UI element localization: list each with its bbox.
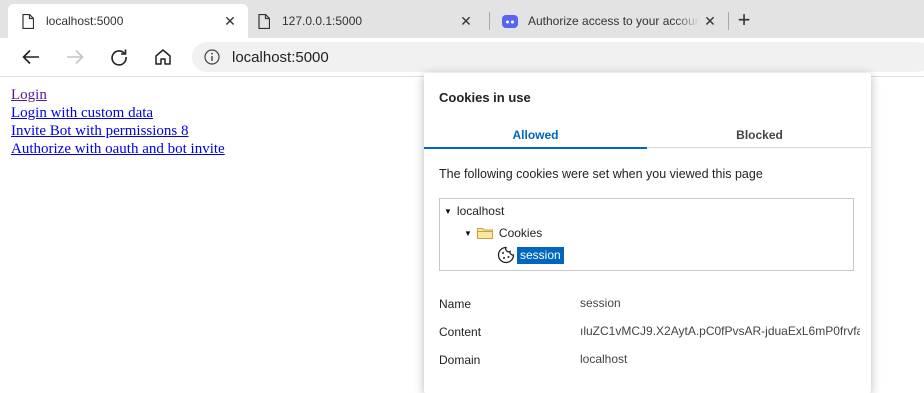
detail-domain-label: Domain bbox=[439, 353, 481, 367]
detail-content-label: Content bbox=[439, 325, 482, 339]
tab-blocked[interactable]: Blocked bbox=[648, 122, 871, 147]
tree-node-cookie[interactable]: session bbox=[497, 246, 564, 264]
refresh-icon bbox=[111, 49, 127, 66]
back-arrow-icon bbox=[22, 49, 39, 65]
tab-allowed[interactable]: Allowed bbox=[424, 122, 647, 149]
tab-authorize-access[interactable]: Authorize access to your account ✕ bbox=[490, 4, 728, 38]
refresh-button[interactable] bbox=[105, 43, 133, 71]
login-custom-data-link[interactable]: Login with custom data bbox=[11, 104, 225, 122]
tree-node-label: Cookies bbox=[498, 226, 543, 240]
authorize-oauth-link[interactable]: Authorize with oauth and bot invite bbox=[11, 140, 225, 158]
new-tab-button[interactable]: + bbox=[732, 7, 756, 32]
close-tab-icon[interactable]: ✕ bbox=[456, 11, 476, 31]
tab-label: Authorize access to your account bbox=[528, 14, 700, 28]
tab-label: localhost:5000 bbox=[46, 14, 124, 28]
close-tab-icon[interactable]: ✕ bbox=[220, 11, 240, 31]
discord-icon bbox=[502, 13, 518, 29]
close-tab-icon[interactable]: ✕ bbox=[700, 11, 720, 31]
tree-node-site[interactable]: ▼ localhost bbox=[444, 202, 504, 220]
folder-icon bbox=[476, 227, 493, 239]
tree-node-folder[interactable]: ▼ Cookies bbox=[464, 224, 542, 242]
tab-localhost-5000[interactable]: localhost:5000 ✕ bbox=[8, 4, 248, 38]
site-info-icon[interactable] bbox=[204, 49, 220, 65]
address-url: localhost:5000 bbox=[232, 48, 329, 66]
link-list: Login Login with custom data Invite Bot … bbox=[11, 86, 225, 158]
browser-toolbar: localhost:5000 bbox=[0, 38, 924, 77]
forward-arrow-icon bbox=[67, 49, 84, 65]
dialog-title: Cookies in use bbox=[439, 90, 531, 105]
detail-content-value: ıluZC1vMCJ9.X2AytA.pC0fPvsAR-jduaExL6mP0… bbox=[580, 324, 860, 338]
page-icon bbox=[20, 13, 36, 29]
home-icon bbox=[155, 49, 171, 65]
cookie-tabs: Allowed Blocked bbox=[424, 122, 871, 149]
cookie-icon bbox=[497, 246, 515, 264]
forward-button[interactable] bbox=[61, 43, 89, 71]
invite-bot-link[interactable]: Invite Bot with permissions 8 bbox=[11, 122, 225, 140]
expand-triangle-icon[interactable]: ▼ bbox=[444, 207, 452, 216]
cookie-tree: ▼ localhost ▼ Cookies session bbox=[439, 198, 854, 271]
tab-strip: localhost:5000 ✕ 127.0.0.1:5000 ✕ Author… bbox=[0, 0, 924, 38]
tree-node-label: localhost bbox=[456, 204, 505, 218]
cookies-in-use-dialog: Cookies in use Allowed Blocked The follo… bbox=[424, 73, 871, 393]
home-button[interactable] bbox=[149, 43, 177, 71]
detail-domain-value: localhost bbox=[580, 352, 628, 366]
address-bar[interactable]: localhost:5000 bbox=[192, 42, 924, 72]
login-link[interactable]: Login bbox=[11, 86, 225, 104]
page-icon bbox=[256, 13, 272, 29]
expand-triangle-icon[interactable]: ▼ bbox=[464, 229, 472, 238]
detail-name-value: session bbox=[580, 296, 621, 310]
tree-node-label-selected: session bbox=[517, 246, 564, 264]
tab-divider bbox=[728, 12, 729, 30]
detail-name-label: Name bbox=[439, 297, 472, 311]
tab-127-0-0-1[interactable]: 127.0.0.1:5000 ✕ bbox=[244, 4, 484, 38]
back-button[interactable] bbox=[17, 43, 45, 71]
tab-label: 127.0.0.1:5000 bbox=[282, 14, 363, 28]
cookies-description: The following cookies were set when you … bbox=[439, 167, 763, 181]
